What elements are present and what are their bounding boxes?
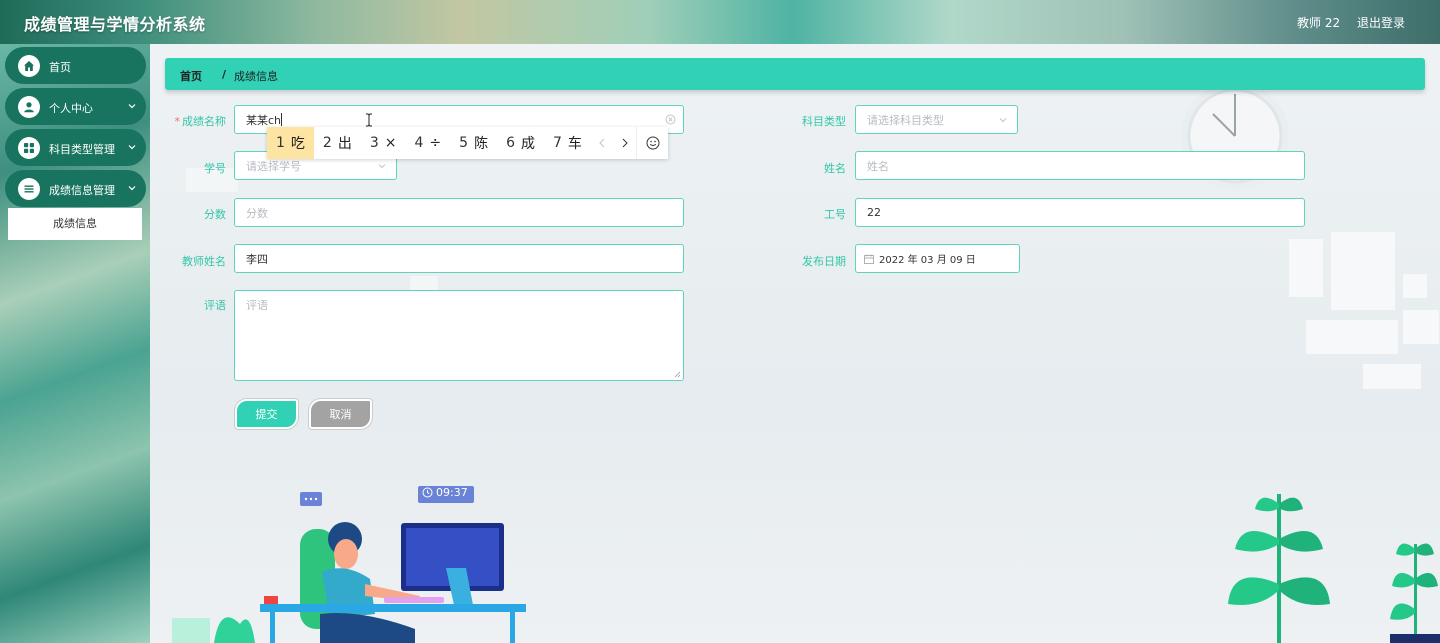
breadcrumb: 首页 / 成绩信息	[165, 58, 1425, 90]
work-id-label: 工号	[824, 208, 846, 221]
teacher-name-value: 李四	[246, 252, 268, 266]
chevron-down-icon	[378, 163, 386, 168]
comment-textarea[interactable]: 评语	[234, 290, 684, 381]
chevron-down-icon	[128, 104, 136, 109]
publish-date-picker[interactable]: 2022 年 03 月 09 日	[855, 244, 1020, 273]
student-name-input[interactable]: 姓名	[855, 151, 1305, 180]
ime-next-page[interactable]	[614, 127, 637, 159]
workspace-illustration	[172, 486, 526, 643]
score-name-label: * 成绩名称	[174, 115, 227, 128]
ime-candidate[interactable]: 7车	[544, 127, 591, 159]
calendar-icon	[864, 254, 874, 264]
ime-candidate[interactable]: 1吃	[267, 127, 314, 159]
wall-frame	[1331, 232, 1395, 310]
clock-time: 09:37	[436, 486, 468, 499]
chevron-right-icon	[622, 138, 628, 148]
ime-candidate[interactable]: 4 ÷	[406, 127, 451, 159]
text-cursor-icon	[366, 113, 372, 127]
wall-frame	[1403, 310, 1439, 344]
ime-candidate[interactable]: 3 ×	[361, 127, 406, 159]
ime-emoji-button[interactable]	[636, 127, 668, 159]
breadcrumb-current: 成绩信息	[234, 70, 278, 83]
sidebar-item-label: 成绩信息管理	[49, 184, 115, 197]
score-input[interactable]: 分数	[234, 198, 684, 227]
score-label: 分数	[204, 208, 226, 221]
text-caret	[281, 113, 283, 126]
chevron-down-icon	[128, 145, 136, 150]
sidebar: 首页 个人中心 科目类型管理 成绩信息管理 成绩信息	[0, 44, 150, 643]
student-id-label: 学号	[204, 162, 226, 175]
student-id-placeholder: 请选择学号	[246, 159, 301, 173]
sidebar-item-subject-types[interactable]: 科目类型管理	[5, 129, 146, 166]
ime-candidate-bar: 1吃 2出 3 × 4 ÷ 5陈 6成 7车	[267, 127, 668, 159]
work-id-value: 22	[867, 206, 881, 219]
subject-type-select[interactable]: 请选择科目类型	[855, 105, 1018, 134]
chevron-down-icon	[128, 186, 136, 191]
list-icon	[18, 178, 40, 200]
score-name-value: 某某ch	[246, 113, 282, 127]
user-icon	[18, 96, 40, 118]
breadcrumb-home[interactable]: 首页	[180, 68, 202, 84]
cancel-button[interactable]: 取消	[309, 399, 372, 429]
ime-prev-page[interactable]	[591, 127, 614, 159]
clear-icon[interactable]	[665, 114, 676, 125]
breadcrumb-separator: /	[222, 68, 227, 81]
sidebar-item-home[interactable]: 首页	[5, 47, 146, 84]
illustration-clock: 09:37	[422, 486, 468, 499]
sidebar-item-profile[interactable]: 个人中心	[5, 88, 146, 125]
grid-icon	[18, 137, 40, 159]
wall-frame	[1306, 320, 1398, 354]
clock-icon	[422, 487, 433, 498]
subject-type-placeholder: 请选择科目类型	[867, 113, 944, 127]
wall-frame	[410, 276, 438, 290]
sidebar-subitem-score-info[interactable]: 成绩信息	[8, 208, 142, 240]
wall-frame	[1363, 364, 1421, 389]
app-title: 成绩管理与学情分析系统	[24, 15, 206, 34]
publish-date-value: 2022 年 03 月 09 日	[879, 255, 976, 266]
ime-candidate[interactable]: 5陈	[450, 127, 497, 159]
sidebar-item-scores[interactable]: 成绩信息管理	[5, 170, 146, 207]
student-name-label: 姓名	[824, 162, 846, 175]
logout-link[interactable]: 退出登录	[1357, 14, 1405, 31]
resize-handle-icon[interactable]	[674, 371, 681, 378]
wall-frame	[1289, 239, 1323, 297]
teacher-name-input[interactable]: 李四	[234, 244, 684, 273]
score-placeholder: 分数	[246, 206, 268, 220]
sidebar-item-label: 个人中心	[49, 102, 93, 115]
teacher-name-label: 教师姓名	[182, 255, 226, 268]
smiley-icon	[646, 136, 660, 150]
ime-candidate[interactable]: 2出	[314, 127, 361, 159]
current-user: 教师 22	[1297, 16, 1341, 30]
subject-type-label: 科目类型	[802, 115, 846, 128]
comment-placeholder: 评语	[246, 299, 268, 312]
comment-label: 评语	[204, 299, 226, 312]
sidebar-item-label: 首页	[49, 61, 71, 74]
chevron-left-icon	[599, 138, 605, 148]
student-name-placeholder: 姓名	[867, 159, 889, 173]
sidebar-item-label: 科目类型管理	[49, 143, 115, 156]
publish-date-label: 发布日期	[802, 255, 846, 268]
chevron-down-icon	[999, 117, 1007, 122]
plant-illustration	[1228, 494, 1440, 643]
work-id-input[interactable]: 22	[855, 198, 1305, 227]
wall-frame	[1403, 274, 1427, 298]
top-header: 成绩管理与学情分析系统 教师 22 退出登录	[0, 0, 1440, 44]
ime-candidate[interactable]: 6成	[497, 127, 544, 159]
home-icon	[18, 55, 40, 77]
submit-button[interactable]: 提交	[235, 399, 298, 429]
